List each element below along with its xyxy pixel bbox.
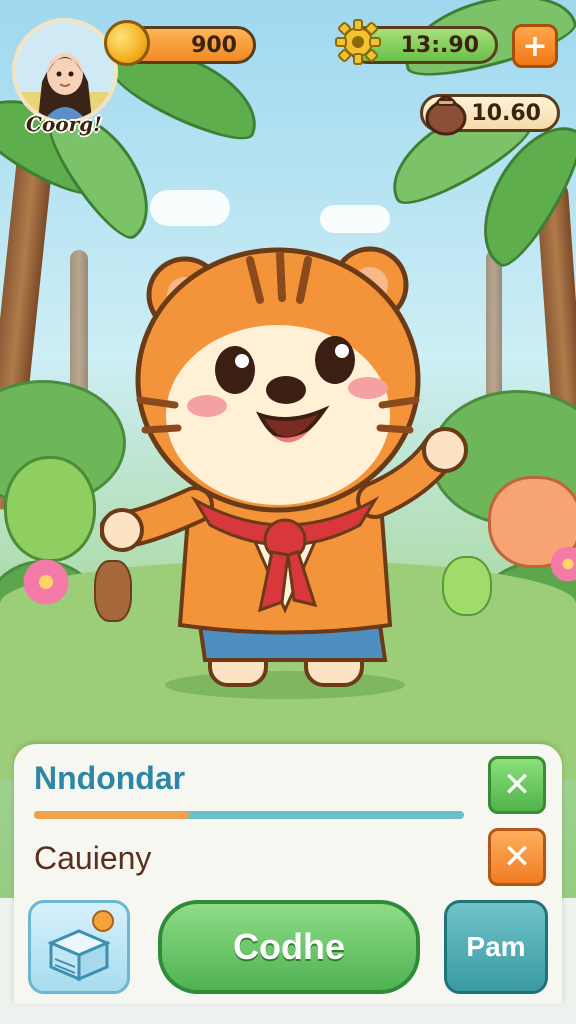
side-action-label: Pam <box>466 931 526 962</box>
category-label: Cauieny <box>34 840 152 876</box>
avatar-portrait <box>16 22 114 120</box>
close-orange-button[interactable]: ✕ <box>488 828 546 886</box>
coin-icon <box>104 20 150 66</box>
game-screen: Coorg! 900 13:.90 + 10.60 Nndondar Cauie… <box>0 0 576 1024</box>
main-action-button[interactable]: Codhe <box>158 900 420 994</box>
close-green-button[interactable]: ✕ <box>488 756 546 814</box>
plus-icon: + <box>522 28 548 64</box>
gear-icon <box>335 19 381 65</box>
tiger-character[interactable] <box>100 230 470 700</box>
player-name: Coorg! <box>26 112 102 136</box>
add-currency-button[interactable]: + <box>512 24 558 68</box>
sack-icon <box>425 95 467 136</box>
progress-bar <box>34 811 464 819</box>
character-name: Nndondar <box>34 760 186 796</box>
main-action-label: Codhe <box>233 926 345 967</box>
coin-count-value: 900 <box>191 32 237 58</box>
timer-value: 13:.90 <box>400 32 479 58</box>
close-icon: ✕ <box>502 765 532 805</box>
bag-count-value: 10.60 <box>471 100 541 126</box>
player-avatar[interactable] <box>12 18 118 124</box>
inventory-box-button[interactable] <box>28 900 130 994</box>
side-action-button[interactable]: Pam <box>444 900 548 994</box>
box-icon <box>47 910 114 982</box>
progress-fill <box>34 811 189 819</box>
green-creature <box>4 456 96 562</box>
pink-flower-icon <box>18 558 74 606</box>
close-icon: ✕ <box>502 837 532 877</box>
